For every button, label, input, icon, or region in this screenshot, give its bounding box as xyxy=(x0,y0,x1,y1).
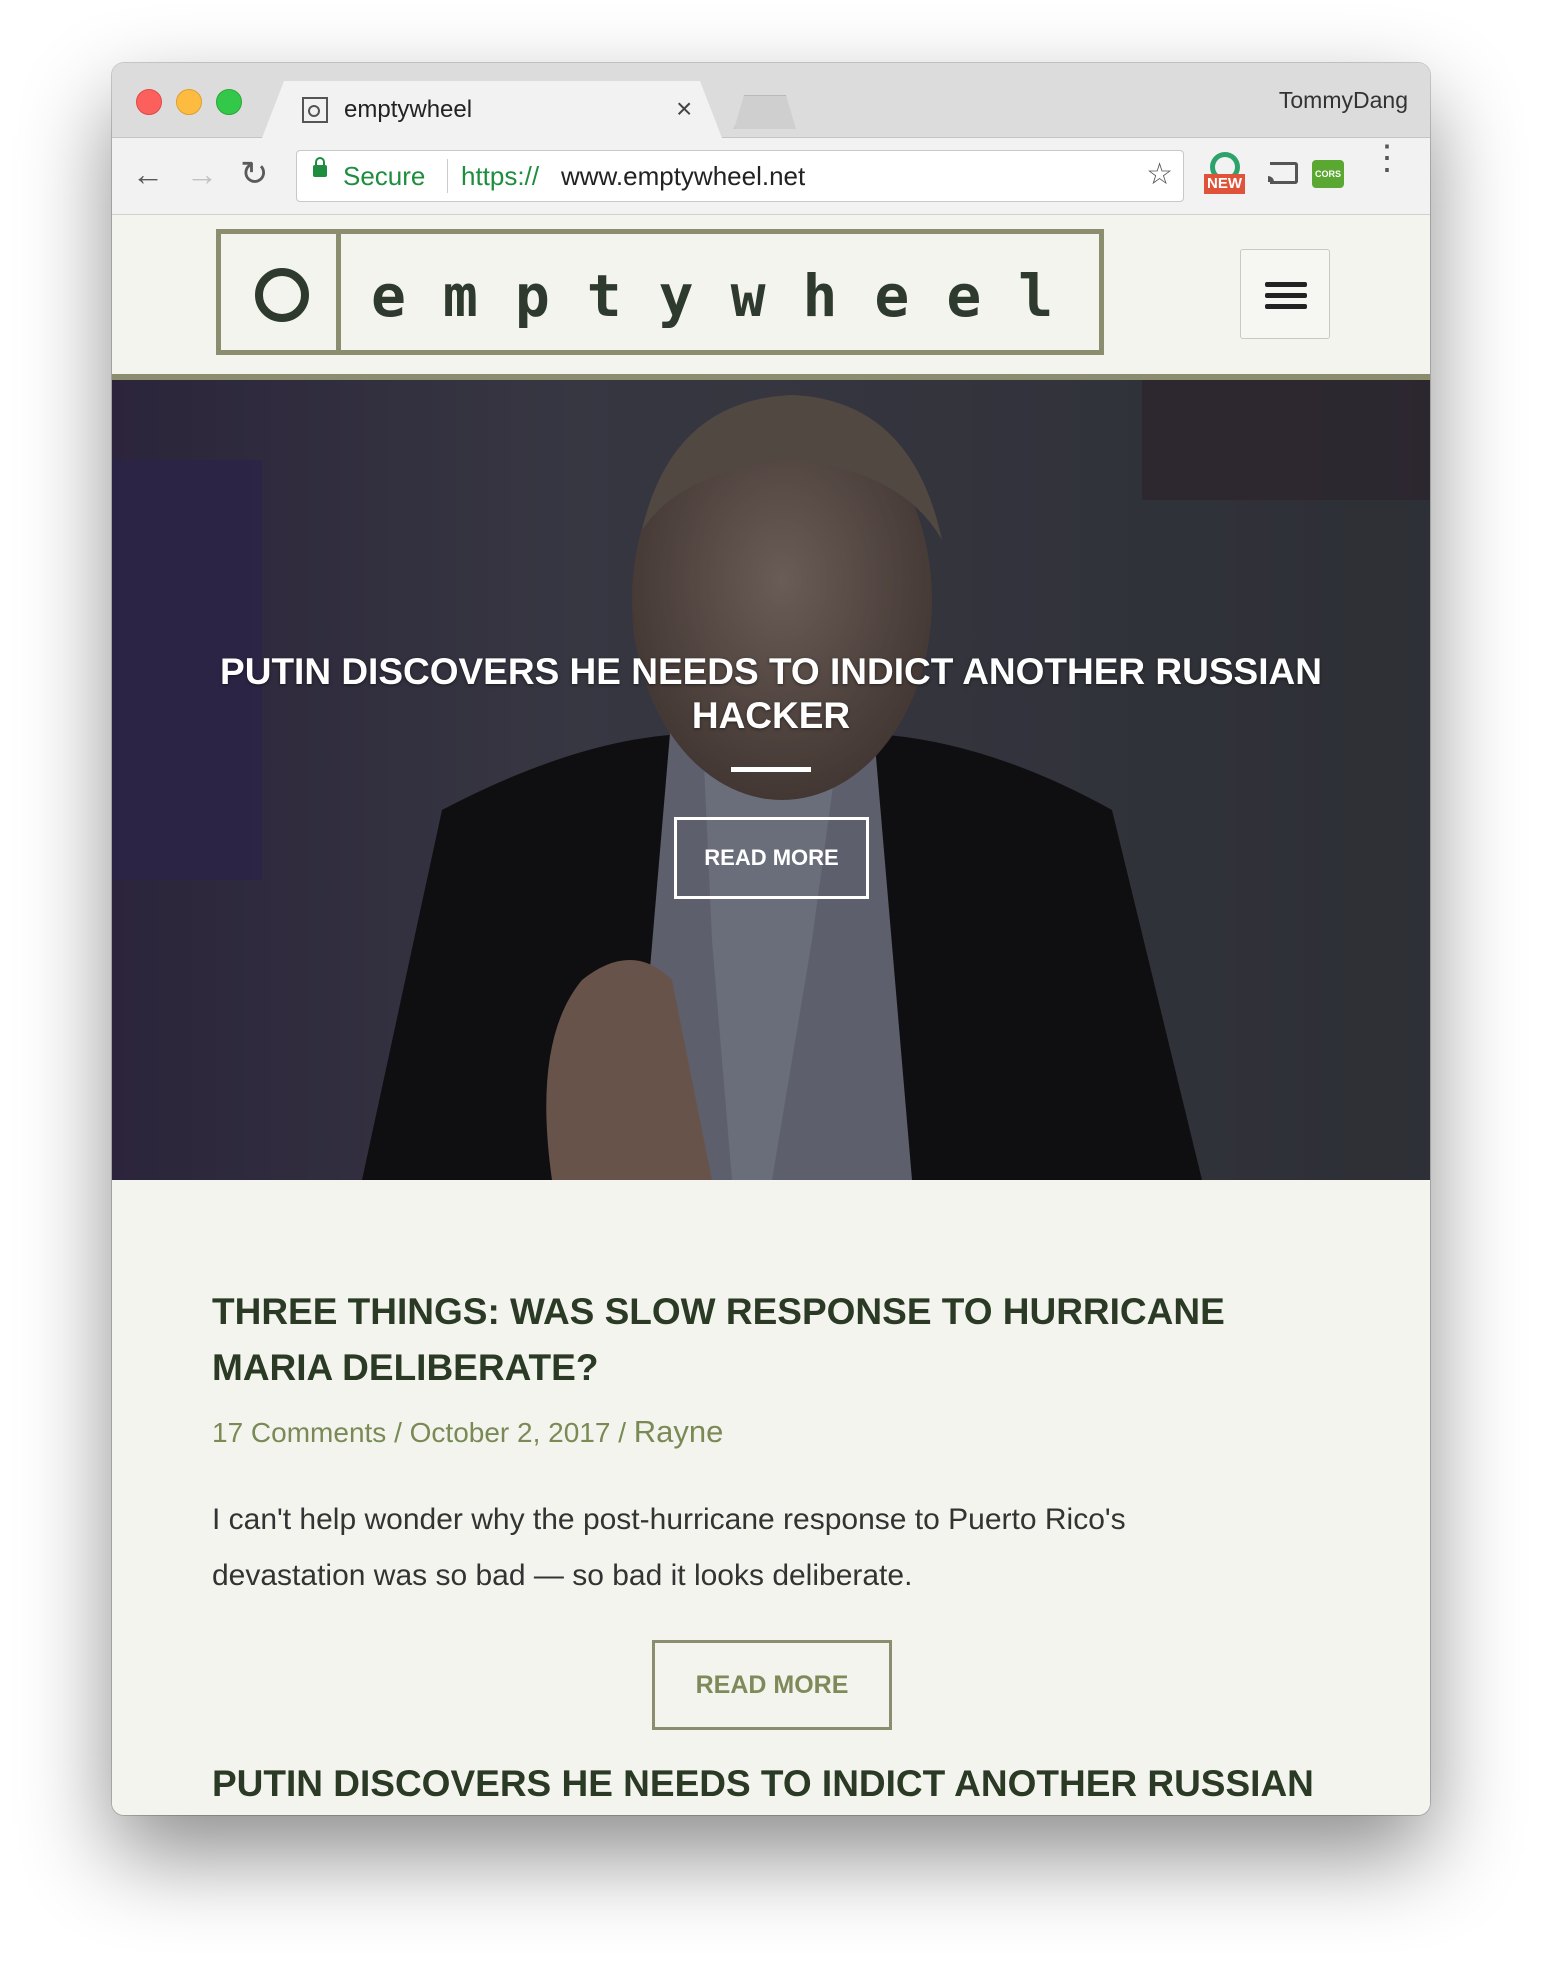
menu-icon[interactable]: ⋮ xyxy=(1370,141,1404,175)
hamburger-line xyxy=(1265,293,1307,298)
tab-title: emptywheel xyxy=(344,96,473,123)
post-title[interactable]: THREE THINGS: WAS SLOW RESPONSE TO HURRI… xyxy=(212,1284,1312,1396)
forward-icon[interactable]: → xyxy=(186,158,218,190)
post-date: October 2, 2017 xyxy=(409,1417,611,1448)
meta-separator: / xyxy=(610,1417,634,1448)
hero-photo xyxy=(112,380,1430,1180)
browser-tab[interactable]: emptywheel × xyxy=(262,81,722,138)
profile-name[interactable]: TommyDang xyxy=(1279,87,1408,114)
new-tab-button[interactable] xyxy=(734,95,796,129)
tab-close-icon[interactable]: × xyxy=(676,93,692,125)
star-icon[interactable]: ☆ xyxy=(1146,157,1173,192)
url-host: www.emptywheel.net xyxy=(561,161,806,191)
site-header: emptywheel xyxy=(112,215,1430,380)
extension-new-icon[interactable]: NEW xyxy=(1204,150,1248,196)
back-icon[interactable]: ← xyxy=(132,158,164,190)
post-excerpt: I can't help wonder why the post-hurrica… xyxy=(212,1503,1126,1592)
address-divider xyxy=(447,159,448,193)
favicon-icon xyxy=(302,97,328,123)
extension-badge: NEW xyxy=(1204,174,1245,194)
url-scheme: https:// xyxy=(461,161,540,191)
cors-extension-icon[interactable]: CORS xyxy=(1312,160,1344,188)
hamburger-menu-button[interactable] xyxy=(1240,249,1330,339)
next-post-title[interactable]: PUTIN DISCOVERS HE NEEDS TO INDICT ANOTH… xyxy=(212,1761,1362,1807)
post-meta: 17 Comments / October 2, 2017 / Rayne xyxy=(212,1414,723,1450)
browser-toolbar: ← → ↻ Secure https:// www.emptywheel.net… xyxy=(112,138,1430,215)
hamburger-line xyxy=(1265,282,1307,287)
post-comments-link[interactable]: 17 Comments xyxy=(212,1417,386,1448)
hero-banner: PUTIN DISCOVERS HE NEEDS TO INDICT ANOTH… xyxy=(112,380,1430,1180)
secure-label: Secure xyxy=(343,161,426,191)
hero-title[interactable]: PUTIN DISCOVERS HE NEEDS TO INDICT ANOTH… xyxy=(172,650,1370,738)
hero-read-more-button[interactable]: READ MORE xyxy=(674,817,869,899)
site-logo[interactable]: emptywheel xyxy=(216,229,1104,355)
post-read-more-button[interactable]: READ MORE xyxy=(652,1640,892,1730)
reload-icon[interactable]: ↻ xyxy=(240,157,269,191)
close-window-button[interactable] xyxy=(136,89,162,115)
logo-text: emptywheel xyxy=(371,262,1091,330)
meta-separator: / xyxy=(386,1417,410,1448)
lock-icon xyxy=(313,157,327,177)
cast-icon[interactable] xyxy=(1268,162,1298,184)
hero-divider xyxy=(731,767,811,772)
hamburger-line xyxy=(1265,304,1307,309)
post-author-link[interactable]: Rayne xyxy=(634,1414,724,1449)
browser-window: emptywheel × TommyDang ← → ↻ Secure http… xyxy=(112,63,1430,1815)
zoom-window-button[interactable] xyxy=(216,89,242,115)
logo-wheel-icon xyxy=(221,234,341,350)
minimize-window-button[interactable] xyxy=(176,89,202,115)
title-bar: emptywheel × TommyDang xyxy=(112,63,1430,138)
address-bar[interactable]: Secure https:// www.emptywheel.net ☆ xyxy=(296,150,1184,202)
